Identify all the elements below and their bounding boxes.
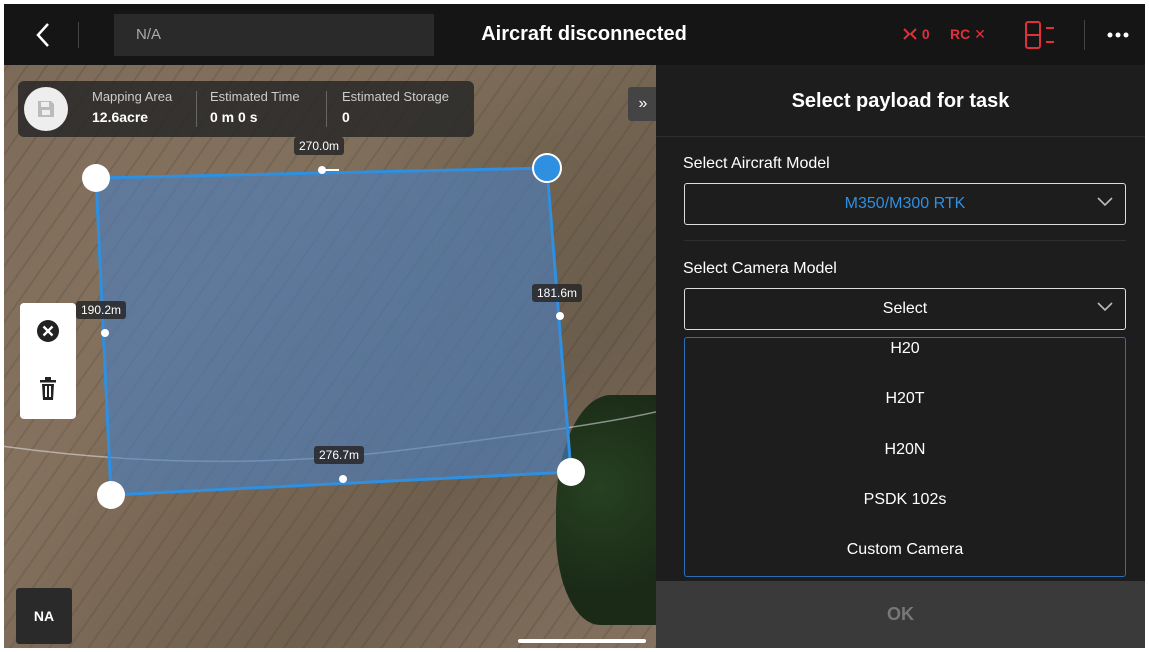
divider — [196, 91, 197, 127]
aircraft-model-value: M350/M300 RTK — [844, 195, 966, 212]
camera-option-custom[interactable]: Custom Camera — [685, 541, 1125, 559]
payload-panel: Select payload for task Select Aircraft … — [656, 65, 1145, 648]
clear-button[interactable] — [20, 303, 76, 359]
battery-icon[interactable] — [1024, 20, 1060, 55]
ok-button[interactable]: OK — [656, 581, 1145, 648]
mapping-area-label: Mapping Area — [92, 89, 173, 104]
top-bar: N/A Aircraft disconnected 0 RC ✕ — [4, 4, 1145, 65]
location-field[interactable]: N/A — [114, 14, 434, 56]
app-root: N/A Aircraft disconnected 0 RC ✕ 270.0m … — [0, 0, 1149, 652]
delete-button[interactable] — [20, 361, 76, 417]
expand-panel-button[interactable]: » — [628, 87, 656, 121]
mapping-area-value: 12.6acre — [92, 109, 149, 125]
midpoint-left-handle[interactable] — [101, 329, 109, 337]
edge-length-right: 181.6m — [532, 284, 583, 302]
camera-option-h20[interactable]: H20 — [685, 340, 1125, 358]
divider — [1084, 20, 1085, 50]
camera-options-dropdown[interactable]: H20 H20T H20N PSDK 102s Custom Camera — [684, 337, 1126, 577]
midpoint-top-handle[interactable] — [318, 166, 326, 174]
chevron-left-icon — [36, 23, 49, 47]
close-circle-icon — [37, 320, 59, 342]
more-dots-icon — [1107, 32, 1129, 38]
mapping-info-panel: Mapping Area 12.6acre Estimated Time 0 m… — [18, 81, 474, 137]
save-icon — [38, 101, 54, 117]
edge-length-bottom: 276.7m — [314, 446, 365, 464]
divider — [78, 22, 79, 48]
rc-status-indicator[interactable]: RC ✕ — [950, 26, 986, 43]
aircraft-signal-value: 0 — [921, 26, 930, 42]
home-indicator — [518, 639, 646, 643]
map-view[interactable]: 270.0m 190.2m 181.6m 276.7m Mapping Area… — [4, 65, 656, 648]
camera-option-h20t[interactable]: H20T — [685, 390, 1125, 408]
panel-title: Select payload for task — [656, 65, 1145, 137]
aircraft-model-label: Select Aircraft Model — [683, 155, 830, 172]
save-button[interactable] — [24, 87, 68, 131]
vertex-top-right-selected[interactable] — [532, 153, 562, 183]
mapping-area-stat: Mapping Area 12.6acre — [92, 89, 172, 125]
polygon-tools — [20, 303, 76, 419]
camera-model-select[interactable]: Select — [684, 288, 1126, 330]
edge-length-top: 270.0m — [294, 137, 345, 155]
vertex-bottom-right[interactable] — [557, 458, 585, 486]
map-layer-button[interactable]: NA — [16, 588, 72, 644]
back-button[interactable] — [26, 18, 60, 52]
estimated-time-stat: Estimated Time 0 m 0 s — [210, 89, 300, 125]
estimated-storage-stat: Estimated Storage 0 — [342, 89, 449, 125]
estimated-time-label: Estimated Time — [210, 89, 300, 104]
aircraft-model-select[interactable]: M350/M300 RTK — [684, 183, 1126, 225]
chevron-down-icon — [1097, 197, 1113, 207]
edge-length-left: 190.2m — [76, 301, 127, 319]
midpoint-right-handle[interactable] — [556, 312, 564, 320]
more-menu-button[interactable] — [1105, 22, 1131, 48]
vertex-bottom-left[interactable] — [97, 481, 125, 509]
camera-option-h20n[interactable]: H20N — [685, 441, 1125, 459]
trash-icon — [40, 377, 56, 400]
connection-status: Aircraft disconnected — [481, 23, 687, 45]
estimated-time-value: 0 m 0 s — [210, 109, 258, 125]
divider — [326, 91, 327, 127]
camera-model-label: Select Camera Model — [683, 260, 837, 277]
camera-option-psdk-102s[interactable]: PSDK 102s — [685, 491, 1125, 509]
divider — [684, 240, 1126, 241]
vertex-top-left[interactable] — [82, 164, 110, 192]
estimated-storage-label: Estimated Storage — [342, 89, 449, 104]
estimated-storage-value: 0 — [342, 109, 350, 125]
camera-model-placeholder: Select — [882, 300, 928, 317]
aircraft-signal-indicator[interactable]: 0 — [902, 26, 930, 42]
chevron-down-icon — [1097, 302, 1113, 312]
drone-icon — [903, 28, 917, 40]
midpoint-bottom-handle[interactable] — [339, 475, 347, 483]
